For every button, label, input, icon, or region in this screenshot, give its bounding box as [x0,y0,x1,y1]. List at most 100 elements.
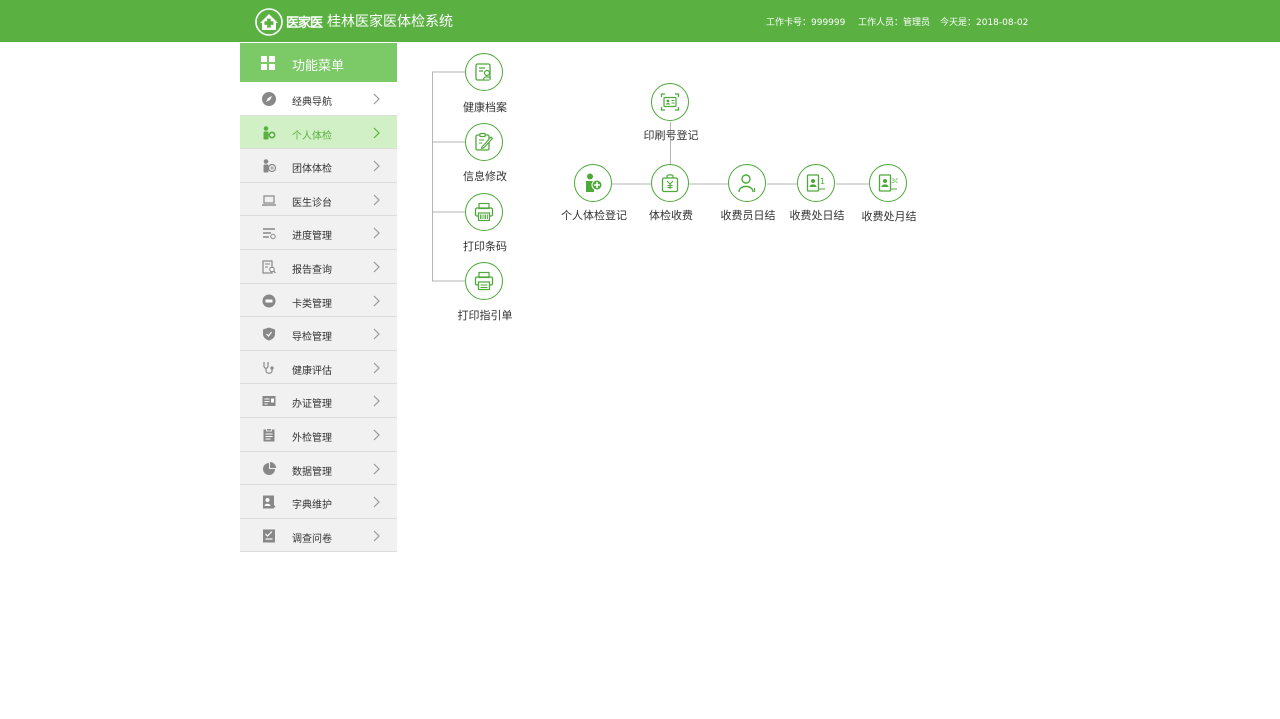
sidebar-item-dictionary[interactable]: 字典维护 [240,485,397,519]
personal-exam-register-button[interactable] [574,164,612,202]
health-file-button[interactable] [465,53,503,91]
card-number: 工作卡号：999999 [766,18,846,28]
health-file-label: 健康档案 [463,101,507,114]
sidebar-item-label: 导检管理 [292,332,332,344]
chevron-right-icon [373,127,380,139]
chevron-right-icon [373,160,380,172]
sidebar-item-doctor-desk[interactable]: 医生诊台 [240,182,397,217]
sidebar-heading-label: 功能菜单 [292,59,345,74]
yuan-bag-icon [661,174,679,193]
print-barcode-button[interactable] [465,193,503,231]
sidebar-item-classic-nav[interactable]: 经典导航 [240,82,397,116]
flow-connectors [432,71,869,282]
progress-icon [263,228,276,240]
barcode-printer-icon [474,202,494,222]
sidebar-item-label: 经典导航 [292,97,332,108]
month-badge: 30 [891,177,898,185]
sidebar-item-group-exam[interactable]: 团体体检 [240,149,397,183]
top-bar: 医家医 桂林医家医体检系统 工作卡号：999999 工作人员：管理员 今天是：2… [0,0,1280,42]
sidebar-item-label: 卡类管理 [292,298,332,310]
health-file-icon [475,63,492,81]
info-edit-label: 信息修改 [463,170,507,183]
compass-icon [262,92,276,106]
app-title: 桂林医家医体检系统 [327,14,453,30]
logo-icon [255,8,283,36]
laptop-icon [262,195,276,206]
chevron-right-icon [373,530,380,542]
sidebar-item-label: 字典维护 [292,500,332,512]
print-barcode-label: 打印条码 [463,240,507,253]
printer-icon [474,271,494,291]
exam-charge-label: 体检收费 [649,209,693,222]
cashier-daily-button[interactable] [728,164,766,202]
sidebar-item-label: 办证管理 [292,399,332,411]
person-add-icon [263,125,276,140]
exam-charge-button[interactable] [651,164,689,202]
id-card-icon [660,93,680,111]
staff-name: 工作人员：管理员 [858,18,931,28]
chevron-right-icon [373,93,380,105]
office-monthly-button[interactable]: 30 [869,164,907,202]
chevron-right-icon [373,395,380,407]
sidebar-item-report-query[interactable]: 报告查询 [240,249,397,284]
chevron-right-icon [373,496,380,508]
office-daily-label: 收费处日结 [789,209,845,222]
clipboard-icon [263,428,275,442]
day-badge: 1 [820,177,825,186]
cashier-daily-label: 收费员日结 [720,209,776,222]
sidebar-item-progress[interactable]: 进度管理 [240,216,397,250]
chevron-right-icon [373,362,380,374]
shield-icon [263,327,275,341]
chevron-right-icon [373,429,380,441]
sidebar-item-label: 健康评估 [292,365,332,377]
office-monthly-label: 收费处月结 [861,210,917,223]
sidebar-item-guide-exam[interactable]: 导检管理 [240,317,397,351]
card-icon [262,294,276,308]
sidebar-item-label: 数据管理 [292,466,332,478]
sidebar-item-survey[interactable]: 调查问卷 [240,518,397,553]
survey-icon [263,529,275,543]
chevron-right-icon [373,463,380,474]
brand-name: 医家医 [286,16,323,31]
sidebar-item-label: 报告查询 [292,264,332,276]
print-guide-button[interactable] [465,262,503,300]
personal-exam-register-label: 个人体检登记 [561,209,627,222]
current-date: 今天是：2018-08-02 [940,18,1029,28]
report-search-icon [262,260,276,274]
grid-icon [261,56,275,70]
stethoscope-icon [263,361,274,374]
dictionary-icon [263,495,276,509]
sidebar-item-external-exam[interactable]: 外检管理 [240,417,397,452]
monthly-settle-icon: 30 [878,174,898,192]
info-edit-button[interactable] [465,123,503,161]
office-daily-button[interactable]: 1 [797,164,835,202]
chevron-right-icon [373,295,380,306]
chevron-right-icon [373,227,380,239]
sidebar-item-label: 个人体检 [292,130,332,142]
edit-icon [475,132,494,151]
sidebar-item-certificate[interactable]: 办证管理 [240,384,397,418]
cashier-icon [738,174,755,193]
print-no-register-label: 印刷号登记 [643,129,699,142]
print-no-register-button[interactable] [651,83,689,121]
sidebar-item-label: 进度管理 [292,231,332,243]
sidebar-item-personal-exam[interactable]: 个人体检 [240,115,397,150]
sidebar-item-label: 外检管理 [292,432,332,444]
sidebar-item-data-manage[interactable]: 数据管理 [240,451,397,486]
person-add-icon [586,173,603,192]
certificate-icon [262,396,276,407]
chevron-right-icon [373,328,380,340]
chevron-right-icon [373,194,380,206]
sidebar-item-health-eval[interactable]: 健康评估 [240,350,397,385]
chevron-right-icon [373,261,380,273]
sidebar-item-label: 团体体检 [292,164,332,176]
sidebar-item-label: 调查问卷 [292,533,332,545]
sidebar-heading: 功能菜单 [240,43,397,82]
print-guide-label: 打印指引单 [457,309,513,322]
pie-chart-icon [263,461,276,475]
sidebar-item-label: 医生诊台 [292,197,332,209]
sidebar-menu: 经典导航 个人体检 团体体检 医生诊台 进度管理 报告查询 卡类管理 导检管理 [240,82,397,553]
group-icon [263,159,276,173]
daily-settle-icon: 1 [806,174,825,192]
sidebar-item-card-manage[interactable]: 卡类管理 [240,283,397,318]
